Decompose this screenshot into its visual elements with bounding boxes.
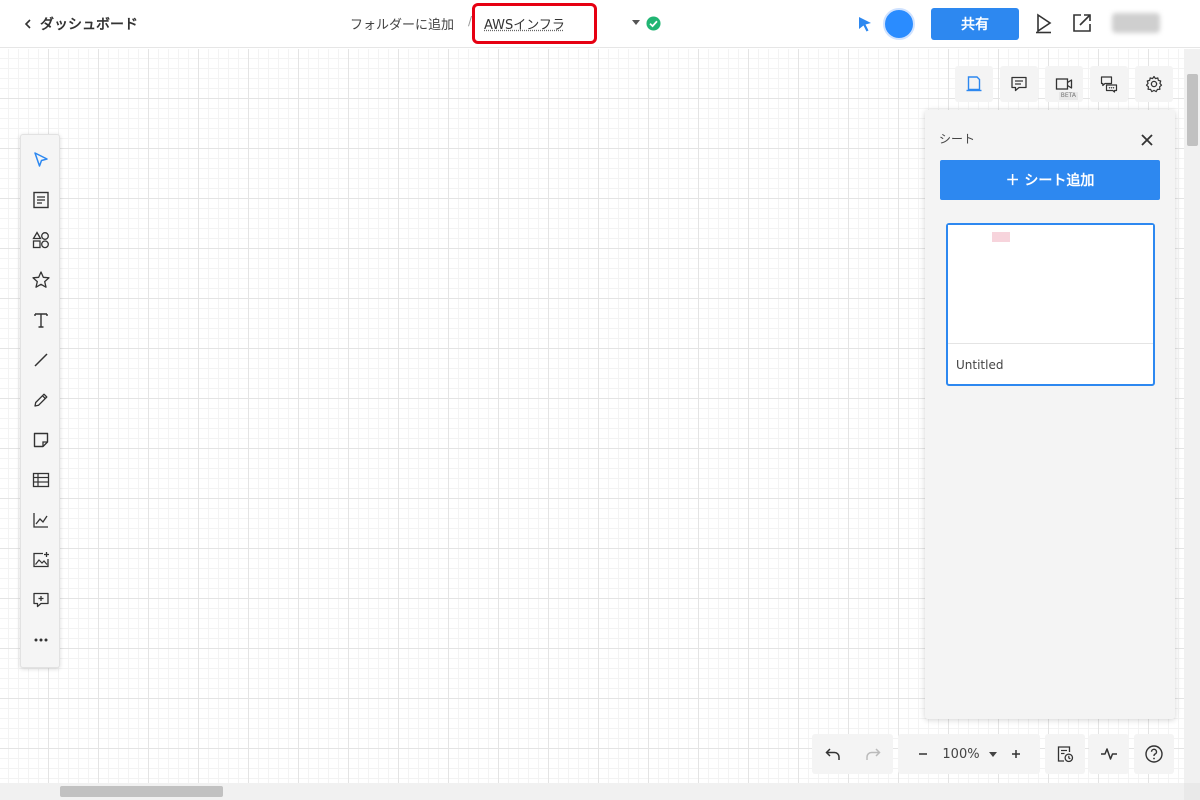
user-avatar[interactable] xyxy=(883,8,915,40)
scrollbar-corner xyxy=(1184,783,1200,800)
chat-panel-button[interactable] xyxy=(1090,66,1128,102)
horizontal-scroll-thumb[interactable] xyxy=(60,786,223,797)
gear-icon xyxy=(1145,75,1163,93)
comments-panel-button[interactable] xyxy=(1000,66,1038,102)
image-tool[interactable] xyxy=(30,549,52,571)
line-icon xyxy=(34,353,48,367)
sheets-icon xyxy=(966,76,982,92)
table-tool[interactable] xyxy=(30,469,52,491)
line-tool[interactable] xyxy=(30,349,52,371)
share-button[interactable]: 共有 xyxy=(931,8,1019,40)
sheets-panel-button[interactable] xyxy=(955,66,993,102)
history-log-control xyxy=(1045,734,1085,774)
redo-button[interactable] xyxy=(853,734,893,774)
user-name-blurred xyxy=(1112,13,1160,33)
help-control xyxy=(1134,734,1174,774)
sheet-name: Untitled xyxy=(956,358,1004,372)
comment-tool[interactable] xyxy=(30,589,52,611)
activity-control xyxy=(1089,734,1129,774)
cursor-pointer-icon[interactable] xyxy=(856,15,874,33)
top-bar: ダッシュボード フォルダーに追加 / 共有 xyxy=(0,0,1200,48)
select-arrow-icon xyxy=(34,152,48,167)
caret-down-icon[interactable] xyxy=(631,17,641,27)
horizontal-scrollbar[interactable] xyxy=(0,783,1184,800)
export-icon[interactable] xyxy=(1071,12,1093,34)
plus-icon xyxy=(1011,750,1020,758)
zoom-out-button[interactable] xyxy=(904,734,942,774)
back-label: ダッシュボード xyxy=(40,17,138,33)
chat-bubbles-icon xyxy=(1100,76,1118,93)
check-circle-icon xyxy=(646,16,661,31)
redo-icon xyxy=(865,748,881,760)
star-tool[interactable] xyxy=(30,269,52,291)
sheet-thumbnail xyxy=(948,225,1153,344)
vertical-scrollbar[interactable] xyxy=(1184,49,1200,783)
table-icon xyxy=(32,472,50,488)
play-icon[interactable] xyxy=(1032,12,1054,34)
video-camera-icon xyxy=(1055,78,1073,90)
pen-tool[interactable] xyxy=(30,389,52,411)
help-icon xyxy=(1145,745,1163,763)
zoom-in-button[interactable] xyxy=(998,734,1034,774)
undo-icon xyxy=(824,748,840,760)
pencil-icon xyxy=(34,393,48,407)
version-history-button[interactable] xyxy=(1045,734,1085,774)
comment-add-icon xyxy=(33,592,49,608)
chart-tool[interactable] xyxy=(30,509,52,531)
thumbnail-shape xyxy=(992,232,1010,242)
document-title-input[interactable] xyxy=(482,11,588,35)
help-button[interactable] xyxy=(1134,734,1174,774)
beta-badge: BETA xyxy=(1058,92,1078,100)
vertical-scroll-thumb[interactable] xyxy=(1187,74,1198,146)
comment-icon xyxy=(1011,76,1027,92)
document-list-icon xyxy=(33,191,49,209)
zoom-controls: 100% xyxy=(898,734,1040,774)
star-icon xyxy=(32,271,50,288)
add-to-folder-link[interactable]: フォルダーに追加 xyxy=(350,14,454,33)
close-icon[interactable] xyxy=(1139,132,1155,148)
shapes-icon xyxy=(32,231,49,249)
sticky-note-tool[interactable] xyxy=(30,429,52,451)
settings-button[interactable] xyxy=(1135,66,1173,102)
zoom-level[interactable]: 100% xyxy=(942,747,979,762)
left-toolbar xyxy=(20,134,60,668)
zoom-dropdown-icon[interactable] xyxy=(988,749,998,759)
minus-icon xyxy=(919,753,928,755)
panel-title: シート xyxy=(939,132,976,146)
text-tool[interactable] xyxy=(30,309,52,331)
select-tool[interactable] xyxy=(30,149,52,171)
more-horizontal-icon xyxy=(34,638,48,642)
text-icon xyxy=(34,313,48,328)
history-icon xyxy=(1057,746,1074,763)
back-to-dashboard-link[interactable]: ダッシュボード xyxy=(22,12,138,36)
template-tool[interactable] xyxy=(30,189,52,211)
video-call-button[interactable]: BETA xyxy=(1045,66,1083,102)
line-chart-icon xyxy=(33,513,48,528)
sheets-panel: シート ＋ シート追加 Untitled xyxy=(925,110,1175,719)
shapes-tool[interactable] xyxy=(30,229,52,251)
activity-button[interactable] xyxy=(1089,734,1129,774)
add-sheet-button[interactable]: ＋ シート追加 xyxy=(940,160,1160,200)
pulse-icon xyxy=(1101,748,1117,760)
history-controls xyxy=(812,734,893,774)
chevron-left-icon xyxy=(24,19,31,29)
image-add-icon xyxy=(33,552,49,568)
sticky-note-icon xyxy=(33,432,49,448)
undo-button[interactable] xyxy=(813,734,853,774)
more-tools-button[interactable] xyxy=(30,629,52,651)
sheet-card[interactable]: Untitled xyxy=(946,223,1155,386)
